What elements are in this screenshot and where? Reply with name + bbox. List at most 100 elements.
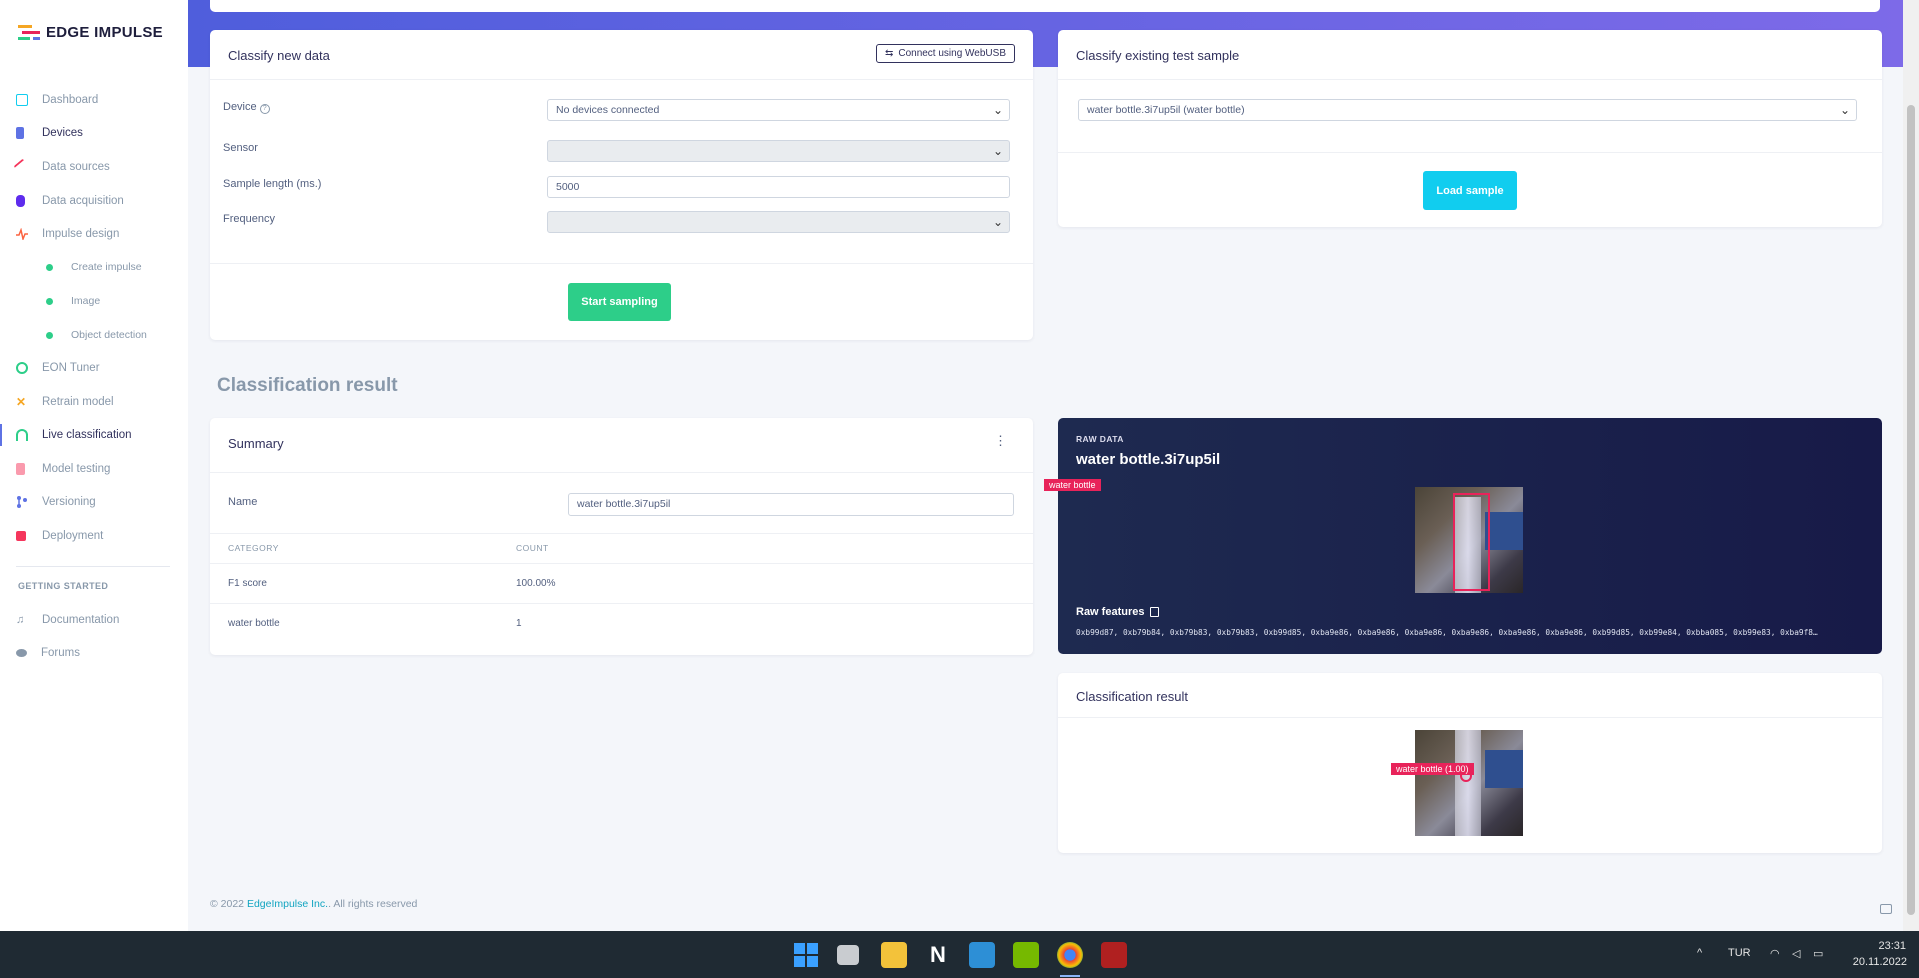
sidebar-item-devices[interactable]: Devices	[16, 123, 83, 143]
chrome-icon[interactable]	[1057, 942, 1083, 968]
device-select[interactable]: No devices connected ⌄	[547, 99, 1010, 121]
retrain-icon: ✕	[16, 395, 27, 409]
sidebar-item-create-impulse[interactable]: Create impulse	[46, 257, 142, 277]
bounding-box	[1453, 493, 1490, 591]
dot-icon	[46, 263, 53, 271]
sidebar-item-label: Devices	[42, 127, 83, 139]
scrollbar[interactable]	[1903, 0, 1919, 931]
sidebar-item-deployment[interactable]: Deployment	[16, 526, 103, 546]
card-header: Classify new data ⇆ Connect using WebUSB	[210, 30, 1033, 80]
sidebar-item-data-sources[interactable]: Data sources	[13, 157, 110, 177]
active-app-indicator	[1060, 975, 1080, 977]
load-sample-button[interactable]: Load sample	[1423, 171, 1517, 210]
classification-result-heading: Classification result	[217, 375, 398, 396]
divider	[210, 533, 1033, 534]
frequency-select[interactable]: ⌄	[547, 211, 1010, 233]
sidebar-item-image[interactable]: Image	[46, 291, 100, 311]
nvidia-icon[interactable]	[1013, 942, 1039, 968]
chevron-down-icon: ⌄	[992, 215, 1003, 229]
sidebar: EDGE IMPULSE Dashboard Devices Data sour…	[0, 0, 188, 931]
divider	[210, 563, 1033, 564]
result-sample-image	[1415, 730, 1523, 836]
chevron-down-icon: ⌄	[1839, 103, 1850, 117]
file-explorer-icon[interactable]	[881, 942, 907, 968]
classify-new-card: Classify new data ⇆ Connect using WebUSB …	[210, 30, 1033, 340]
start-sampling-button[interactable]: Start sampling	[568, 283, 671, 321]
chevron-down-icon: ⌄	[992, 103, 1003, 117]
dot-icon	[46, 297, 53, 305]
volume-icon[interactable]: ◁	[1792, 947, 1800, 960]
company-link[interactable]: EdgeImpulse Inc.	[247, 898, 328, 910]
category-cell: water bottle	[228, 618, 280, 629]
count-cell: 100.00%	[516, 578, 556, 589]
card-title: Classification result	[1076, 689, 1188, 704]
database-icon	[16, 195, 25, 207]
battery-icon[interactable]: ▭	[1813, 947, 1823, 960]
docs-icon: ♫	[16, 614, 25, 626]
raw-features-label: Raw features	[1076, 606, 1160, 618]
card-title: Classify existing test sample	[1076, 48, 1240, 63]
sidebar-item-label: Impulse design	[42, 228, 120, 240]
count-cell: 1	[516, 618, 522, 629]
sidebar-item-impulse-design[interactable]: Impulse design	[16, 224, 119, 244]
active-indicator	[0, 424, 2, 446]
sidebar-item-model-testing[interactable]: Model testing	[16, 459, 110, 479]
sidebar-item-eon-tuner[interactable]: EON Tuner	[16, 358, 100, 378]
task-view-icon[interactable]	[837, 945, 859, 965]
sidebar-item-label: Data acquisition	[42, 195, 124, 207]
sidebar-item-label: Image	[71, 295, 101, 307]
sidebar-item-dashboard[interactable]: Dashboard	[16, 90, 98, 110]
result-box-label: water bottle (1.00)	[1391, 763, 1474, 775]
sample-name-input[interactable]: water bottle.3i7up5il	[568, 493, 1014, 516]
background-object	[1485, 750, 1523, 788]
sample-length-input[interactable]: 5000	[547, 176, 1010, 198]
column-header-count: COUNT	[516, 543, 549, 553]
sidebar-item-live-classification[interactable]: Live classification	[16, 425, 131, 445]
connect-webusb-button[interactable]: ⇆ Connect using WebUSB	[875, 44, 1015, 63]
gauge-icon	[16, 362, 28, 374]
sidebar-item-documentation[interactable]: ♫ Documentation	[16, 610, 119, 630]
language-indicator[interactable]: TUR	[1728, 947, 1751, 959]
live-icon	[16, 429, 28, 441]
sidebar-item-data-acquisition[interactable]: Data acquisition	[16, 191, 124, 211]
frequency-label: Frequency	[223, 213, 275, 225]
connect-webusb-label: Connect using WebUSB	[898, 48, 1006, 59]
chat-icon	[16, 649, 27, 657]
sidebar-item-retrain-model[interactable]: ✕ Retrain model	[16, 392, 114, 412]
sidebar-item-label: Object detection	[71, 329, 147, 341]
clock-time[interactable]: 23:31	[1872, 940, 1906, 952]
brand-name: EDGE IMPULSE	[46, 24, 163, 41]
card-title: Classify new data	[228, 48, 330, 63]
sidebar-item-label: Deployment	[42, 530, 104, 542]
edge-impulse-logo[interactable]: EDGE IMPULSE	[18, 24, 163, 41]
sensor-select[interactable]: ⌄	[547, 140, 1010, 162]
sidebar-item-label: Model testing	[42, 463, 111, 475]
raw-data-panel: RAW DATA water bottle.3i7up5il water bot…	[1044, 418, 1882, 654]
card-header: Classify existing test sample	[1058, 30, 1882, 80]
test-sample-select[interactable]: water bottle.3i7up5il (water bottle) ⌄	[1078, 99, 1857, 121]
app-icon[interactable]	[1101, 942, 1127, 968]
notion-icon[interactable]: N	[925, 942, 951, 968]
sidebar-item-label: Forums	[41, 647, 80, 659]
sidebar-item-object-detection[interactable]: Object detection	[46, 325, 147, 345]
sidebar-item-forums[interactable]: Forums	[16, 643, 80, 663]
help-icon[interactable]: ?	[259, 104, 270, 114]
card-header: Summary ⋮	[210, 418, 1033, 473]
remote-desktop-icon[interactable]	[969, 942, 995, 968]
pulse-icon	[16, 228, 28, 240]
copy-icon[interactable]	[1150, 607, 1160, 617]
sidebar-item-versioning[interactable]: Versioning	[16, 492, 96, 512]
chevron-up-icon[interactable]: ^	[1697, 947, 1702, 959]
name-label: Name	[228, 496, 258, 508]
wifi-icon[interactable]: ◠	[1770, 947, 1780, 960]
scrollbar-thumb[interactable]	[1907, 105, 1915, 915]
summary-card: Summary ⋮ Name water bottle.3i7up5il CAT…	[210, 418, 1033, 655]
classify-existing-card: Classify existing test sample water bott…	[1058, 30, 1882, 227]
feedback-icon[interactable]	[1880, 904, 1892, 914]
more-options-icon[interactable]: ⋮	[994, 434, 1007, 447]
windows-start-icon[interactable]	[793, 942, 819, 968]
clock-date[interactable]: 20.11.2022	[1847, 956, 1907, 968]
footer: © 2022 EdgeImpulse Inc.. All rights rese…	[210, 898, 418, 910]
chevron-down-icon: ⌄	[992, 144, 1003, 158]
card-header: Classification result	[1058, 673, 1882, 718]
